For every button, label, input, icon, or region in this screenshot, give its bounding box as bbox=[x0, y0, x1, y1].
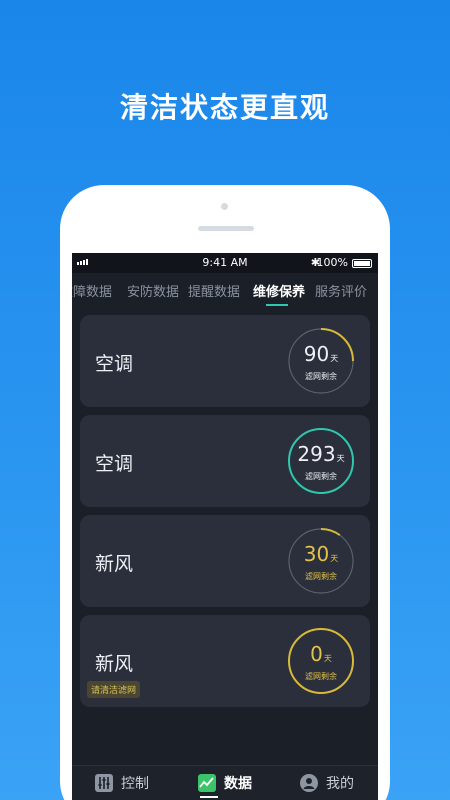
device-name: 空调 bbox=[95, 453, 134, 475]
device-name: 新风 bbox=[95, 553, 134, 575]
battery-percent: 100% bbox=[316, 256, 348, 269]
days-remaining: 0 bbox=[310, 642, 323, 666]
active-tab-indicator bbox=[266, 304, 288, 306]
tabbar-label: 我的 bbox=[326, 776, 354, 792]
user-icon bbox=[300, 774, 318, 792]
gauge-value: 0天 bbox=[286, 642, 356, 666]
speaker-grille bbox=[198, 226, 254, 231]
days-unit: 天 bbox=[336, 454, 345, 463]
gauge-caption: 滤网剩余 bbox=[305, 672, 337, 681]
tab-service-rating[interactable]: 服务评价 bbox=[315, 281, 367, 300]
filter-gauge: 30天 滤网剩余 bbox=[286, 526, 356, 596]
tab-reminder-data[interactable]: 提醒数据 bbox=[188, 281, 240, 300]
gauge-value: 293天 bbox=[286, 442, 356, 466]
tabbar-active-indicator bbox=[200, 796, 218, 798]
filter-card[interactable]: 空调 293天 滤网剩余 bbox=[80, 415, 370, 507]
battery-icon bbox=[352, 259, 372, 268]
tab-maintenance[interactable]: 维修保养 bbox=[253, 281, 305, 300]
tab-fault-data[interactable]: 故障数据 bbox=[72, 281, 112, 300]
phone-screen: 9:41 AM ✱ 100% 故障数据 安防数据 提醒数据 维修保养 服务评价 … bbox=[72, 253, 378, 800]
days-remaining: 90 bbox=[303, 342, 330, 366]
filter-gauge: 0天 滤网剩余 bbox=[286, 626, 356, 696]
days-unit: 天 bbox=[330, 354, 339, 363]
tabbar-item-control[interactable]: 控制 bbox=[95, 773, 149, 793]
filter-card[interactable]: 新风 30天 滤网剩余 bbox=[80, 515, 370, 607]
device-name: 新风 bbox=[95, 653, 134, 675]
tabbar-label: 数据 bbox=[224, 776, 252, 792]
days-unit: 天 bbox=[330, 554, 339, 563]
gauge-value: 90天 bbox=[286, 342, 356, 366]
gauge-value: 30天 bbox=[286, 542, 356, 566]
gauge-caption: 滤网剩余 bbox=[305, 472, 337, 481]
filter-gauge: 90天 滤网剩余 bbox=[286, 326, 356, 396]
headline: 清洁状态更直观 bbox=[119, 91, 330, 124]
days-unit: 天 bbox=[323, 654, 332, 663]
gauge-caption: 滤网剩余 bbox=[305, 572, 337, 581]
days-remaining: 30 bbox=[303, 542, 330, 566]
status-bar: 9:41 AM ✱ 100% bbox=[72, 253, 378, 273]
tabbar-item-data[interactable]: 数据 bbox=[198, 773, 252, 793]
sliders-icon bbox=[95, 774, 113, 792]
days-remaining: 293 bbox=[297, 442, 336, 466]
device-name: 空调 bbox=[95, 353, 134, 375]
category-tabs: 故障数据 安防数据 提醒数据 维修保养 服务评价 bbox=[72, 273, 378, 309]
filter-gauge: 293天 滤网剩余 bbox=[286, 426, 356, 496]
filter-card[interactable]: 新风 请清洁滤网 0天 滤网剩余 bbox=[80, 615, 370, 707]
tabbar-item-mine[interactable]: 我的 bbox=[300, 773, 354, 793]
camera-dot bbox=[221, 203, 228, 210]
tab-security-data[interactable]: 安防数据 bbox=[127, 281, 179, 300]
bottom-tab-bar: 控制 数据 我的 bbox=[72, 765, 378, 800]
tabbar-label: 控制 bbox=[121, 776, 149, 792]
clean-filter-badge[interactable]: 请清洁滤网 bbox=[87, 681, 141, 698]
gauge-caption: 滤网剩余 bbox=[305, 372, 337, 381]
filter-card[interactable]: 空调 90天 滤网剩余 bbox=[80, 315, 370, 407]
chart-icon bbox=[198, 774, 216, 792]
